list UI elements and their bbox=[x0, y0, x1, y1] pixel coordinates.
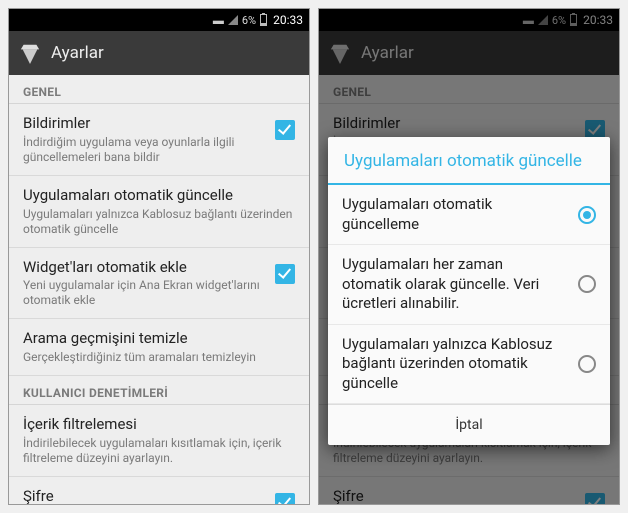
pref-summary: Gerçekleştirdiğiniz tüm aramaları temizl… bbox=[23, 350, 295, 365]
pref-title: Arama geçmişini temizle bbox=[23, 329, 295, 348]
radio-label: Uygulamaları her zaman otomatik olarak g… bbox=[342, 255, 566, 314]
radio-label: Uygulamaları otomatik güncelleme bbox=[342, 195, 566, 234]
radio-option-no-auto-update[interactable]: Uygulamaları otomatik güncelleme bbox=[328, 185, 610, 245]
pref-auto-update[interactable]: Uygulamaları otomatik güncelle Uygulamal… bbox=[9, 176, 309, 248]
cancel-button[interactable]: İptal bbox=[328, 405, 610, 445]
radio-indicator[interactable] bbox=[578, 355, 596, 373]
checkbox-password[interactable] bbox=[275, 493, 295, 504]
pref-title: Şifre bbox=[23, 487, 267, 504]
pref-title: Bildirimler bbox=[23, 114, 267, 133]
battery-percent: 6% bbox=[242, 14, 256, 27]
pref-summary: Yeni uygulamalar için Ana Ekran widget'l… bbox=[23, 278, 267, 308]
pref-title: Widget'ları otomatik ekle bbox=[23, 258, 267, 277]
radio-indicator[interactable] bbox=[578, 275, 596, 293]
dialog-title: Uygulamaları otomatik güncelle bbox=[328, 137, 610, 185]
section-general: GENEL bbox=[9, 75, 309, 104]
page-title: Ayarlar bbox=[51, 43, 104, 63]
pref-summary: Uygulamaları yalnızca Kablosuz bağlantı … bbox=[23, 207, 295, 237]
pref-summary: İndirdiğim uygulama veya oyunlarla ilgil… bbox=[23, 135, 267, 165]
auto-update-dialog: Uygulamaları otomatik güncelle Uygulamal… bbox=[328, 137, 610, 445]
status-bar: ▬ 6% 20:33 bbox=[9, 9, 309, 31]
pref-auto-add-widgets[interactable]: Widget'ları otomatik ekle Yeni uygulamal… bbox=[9, 248, 309, 320]
radio-option-wifi-only[interactable]: Uygulamaları yalnızca Kablosuz bağlantı … bbox=[328, 325, 610, 405]
signal-icon bbox=[228, 15, 238, 25]
pref-notifications[interactable]: Bildirimler İndirdiğim uygulama veya oyu… bbox=[9, 104, 309, 176]
pref-content-filter[interactable]: İçerik filtrelemesi İndirilebilecek uygu… bbox=[9, 405, 309, 477]
play-store-icon bbox=[19, 42, 41, 64]
battery-icon bbox=[260, 14, 267, 26]
pref-password[interactable]: Şifre Satın alma işlemlerini kısıtlamak … bbox=[9, 477, 309, 504]
pref-title: İçerik filtrelemesi bbox=[23, 415, 295, 434]
checkbox-notifications[interactable] bbox=[275, 120, 295, 140]
pref-title: Uygulamaları otomatik güncelle bbox=[23, 186, 295, 205]
radio-label: Uygulamaları yalnızca Kablosuz bağlantı … bbox=[342, 335, 566, 394]
radio-option-always[interactable]: Uygulamaları her zaman otomatik olarak g… bbox=[328, 245, 610, 325]
radio-indicator[interactable] bbox=[578, 206, 596, 224]
network-icon: ▬ bbox=[213, 14, 224, 27]
title-bar: Ayarlar bbox=[9, 31, 309, 75]
pref-clear-search[interactable]: Arama geçmişini temizle Gerçekleştirdiği… bbox=[9, 319, 309, 376]
screen-dialog-open: ▬ 6% 20:33 Ayarlar GENEL Bildirimler İnd… bbox=[318, 8, 620, 505]
section-user-controls: KULLANICI DENETİMLERİ bbox=[9, 376, 309, 405]
pref-summary: İndirilebilecek uygulamaları kısıtlamak … bbox=[23, 436, 295, 466]
checkbox-auto-add-widgets[interactable] bbox=[275, 264, 295, 284]
screen-settings-list: ▬ 6% 20:33 Ayarlar GENEL Bildirimler İnd… bbox=[8, 8, 310, 505]
clock: 20:33 bbox=[273, 13, 303, 27]
settings-scroll[interactable]: GENEL Bildirimler İndirdiğim uygulama ve… bbox=[9, 75, 309, 504]
